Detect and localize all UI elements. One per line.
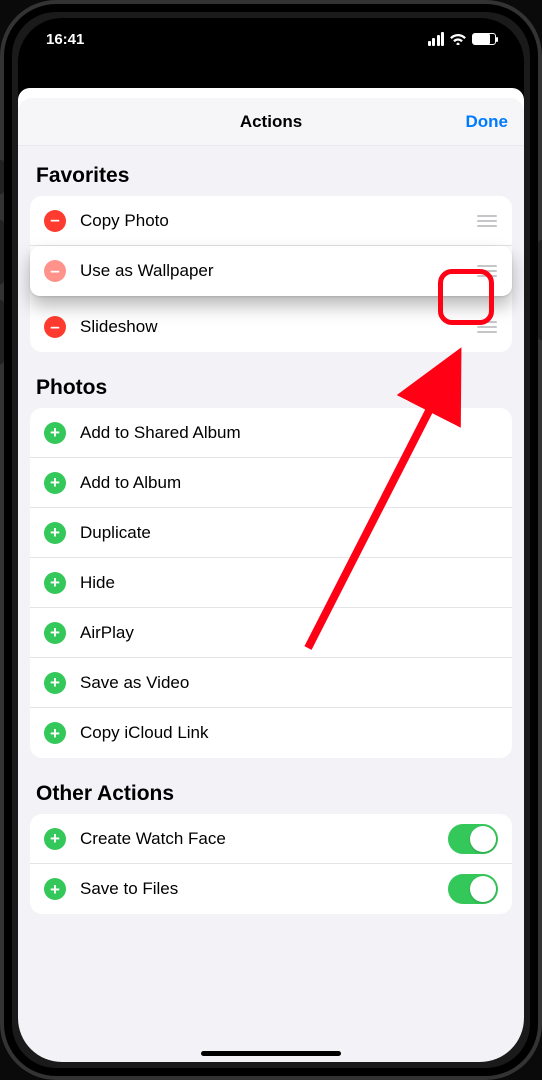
other-row[interactable]: + Save to Files [30, 864, 512, 914]
section-header-favorites: Favorites [18, 146, 524, 196]
row-label: Duplicate [80, 523, 498, 543]
side-button [0, 300, 4, 364]
favorite-row-dragging[interactable]: – Use as Wallpaper [30, 246, 512, 296]
row-label: Slideshow [80, 317, 476, 337]
row-label: Copy Photo [80, 211, 476, 231]
row-label: Save as Video [80, 673, 498, 693]
drag-handle-icon[interactable] [476, 265, 498, 277]
status-indicators [428, 32, 497, 46]
remove-icon[interactable]: – [44, 210, 66, 232]
sheet-title: Actions [240, 112, 302, 132]
cellular-icon [428, 32, 445, 46]
status-time: 16:41 [46, 31, 84, 48]
notch [171, 18, 371, 46]
side-button [0, 160, 4, 194]
row-label: Use as Wallpaper [80, 261, 476, 281]
add-icon[interactable]: + [44, 522, 66, 544]
add-icon[interactable]: + [44, 472, 66, 494]
wifi-icon [450, 33, 466, 45]
home-indicator[interactable] [201, 1051, 341, 1056]
section-header-photos: Photos [18, 352, 524, 408]
actions-sheet: Actions Done Favorites – Copy Photo – Us… [18, 98, 524, 1062]
section-header-other: Other Actions [18, 758, 524, 814]
row-label: Add to Shared Album [80, 423, 498, 443]
photos-row[interactable]: + Copy iCloud Link [30, 708, 512, 758]
add-icon[interactable]: + [44, 572, 66, 594]
sheet-content[interactable]: Favorites – Copy Photo – Use as Wallpape… [18, 146, 524, 1062]
add-icon[interactable]: + [44, 422, 66, 444]
photos-row[interactable]: + Duplicate [30, 508, 512, 558]
row-label: Copy iCloud Link [80, 723, 498, 743]
add-icon[interactable]: + [44, 828, 66, 850]
other-list: + Create Watch Face + Save to Files [30, 814, 512, 914]
photos-row[interactable]: + Save as Video [30, 658, 512, 708]
photos-row[interactable]: + Add to Shared Album [30, 408, 512, 458]
remove-icon[interactable]: – [44, 260, 66, 282]
other-row[interactable]: + Create Watch Face [30, 814, 512, 864]
photos-list: + Add to Shared Album + Add to Album + D… [30, 408, 512, 758]
drag-handle-icon[interactable] [476, 215, 498, 227]
drag-handle-icon[interactable] [476, 321, 498, 333]
done-button[interactable]: Done [466, 112, 509, 132]
add-icon[interactable]: + [44, 622, 66, 644]
row-label: Save to Files [80, 879, 448, 899]
toggle-switch[interactable] [448, 874, 498, 904]
row-label: Hide [80, 573, 498, 593]
phone-frame: 16:41 Actions Done Favorites – [0, 0, 542, 1080]
toggle-switch[interactable] [448, 824, 498, 854]
add-icon[interactable]: + [44, 722, 66, 744]
favorite-row[interactable]: – Slideshow [30, 302, 512, 352]
favorites-list: – Copy Photo – Use as Wallpaper – Slides… [30, 196, 512, 352]
battery-icon [472, 33, 496, 45]
remove-icon[interactable]: – [44, 316, 66, 338]
screen: 16:41 Actions Done Favorites – [18, 18, 524, 1062]
add-icon[interactable]: + [44, 672, 66, 694]
side-button [538, 240, 542, 340]
side-button [0, 220, 4, 284]
photos-row[interactable]: + Hide [30, 558, 512, 608]
favorite-row[interactable]: – Copy Photo [30, 196, 512, 246]
sheet-header: Actions Done [18, 98, 524, 146]
add-icon[interactable]: + [44, 878, 66, 900]
row-label: AirPlay [80, 623, 498, 643]
photos-row[interactable]: + Add to Album [30, 458, 512, 508]
photos-row[interactable]: + AirPlay [30, 608, 512, 658]
row-label: Add to Album [80, 473, 498, 493]
row-label: Create Watch Face [80, 829, 448, 849]
